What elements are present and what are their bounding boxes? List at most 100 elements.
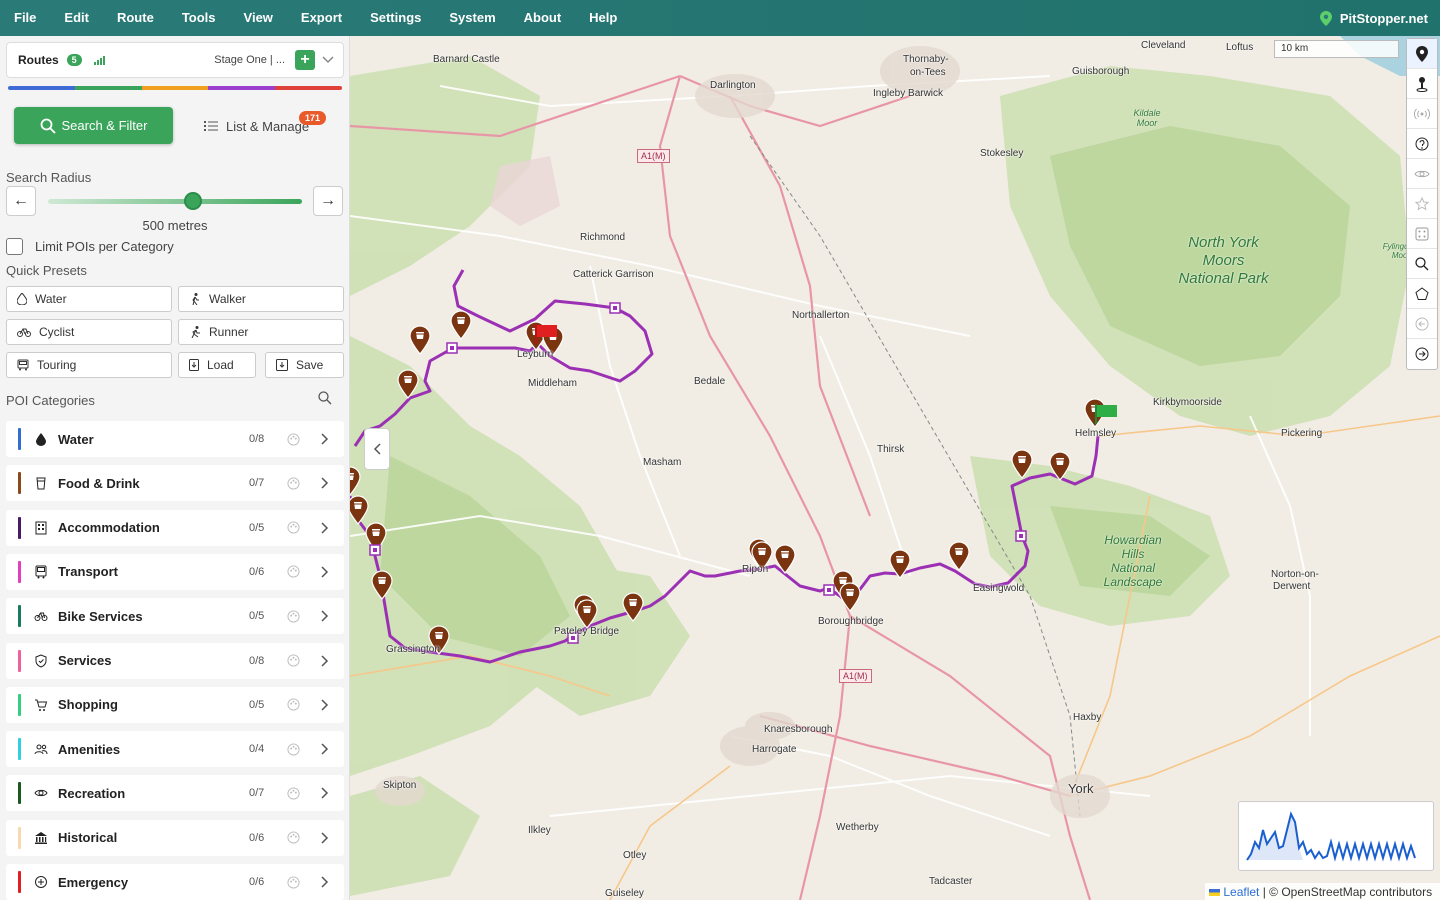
- category-services[interactable]: Services 0/8: [6, 642, 344, 679]
- chevron-right-icon[interactable]: [320, 787, 329, 799]
- route-waypoint-icon[interactable]: [823, 584, 835, 596]
- menu-settings[interactable]: Settings: [356, 0, 435, 36]
- menu-tools[interactable]: Tools: [168, 0, 230, 36]
- food-drink-poi-marker[interactable]: [350, 495, 369, 525]
- palette-icon[interactable]: [287, 875, 300, 889]
- menu-route[interactable]: Route: [103, 0, 168, 36]
- favourite-tool[interactable]: [1407, 189, 1437, 219]
- preset-cyclist-button[interactable]: Cyclist: [6, 319, 172, 345]
- palette-icon[interactable]: [287, 432, 300, 446]
- category-recreation[interactable]: Recreation 0/7: [6, 775, 344, 812]
- category-bike-services[interactable]: Bike Services 0/5: [6, 598, 344, 635]
- back-tool[interactable]: [1407, 309, 1437, 339]
- preset-touring-button[interactable]: Touring: [6, 352, 172, 378]
- load-preset-button[interactable]: Load: [178, 352, 256, 378]
- elevation-chart-icon[interactable]: [93, 55, 106, 65]
- food-drink-poi-marker[interactable]: [409, 325, 431, 355]
- start-flag-icon[interactable]: [535, 324, 559, 344]
- broadcast-tool[interactable]: [1407, 99, 1437, 129]
- chevron-right-icon[interactable]: [320, 610, 329, 622]
- radius-decrease-button[interactable]: ←: [6, 186, 36, 216]
- palette-icon[interactable]: [287, 698, 300, 711]
- chevron-right-icon[interactable]: [320, 654, 329, 667]
- street-view-tool[interactable]: [1407, 69, 1437, 99]
- forward-tool[interactable]: [1407, 339, 1437, 369]
- menu-export[interactable]: Export: [287, 0, 356, 36]
- palette-icon[interactable]: [287, 831, 300, 844]
- brand[interactable]: PitStopper.net: [1319, 0, 1428, 36]
- chevron-right-icon[interactable]: [320, 566, 329, 578]
- food-drink-poi-marker[interactable]: [622, 592, 644, 622]
- search-filter-button[interactable]: Search & Filter: [14, 107, 173, 144]
- food-drink-poi-marker[interactable]: [774, 544, 796, 574]
- search-icon[interactable]: [318, 391, 332, 405]
- dice-tool[interactable]: [1407, 219, 1437, 249]
- route-waypoint-icon[interactable]: [609, 302, 621, 314]
- leaflet-link[interactable]: Leaflet: [1223, 885, 1259, 899]
- category-water[interactable]: Water 0/8: [6, 421, 344, 457]
- route-waypoint-icon[interactable]: [369, 544, 381, 556]
- radius-slider-handle[interactable]: [183, 192, 202, 210]
- palette-icon[interactable]: [287, 610, 300, 623]
- food-drink-poi-marker[interactable]: [889, 549, 911, 579]
- category-food-drink[interactable]: Food & Drink 0/7: [6, 465, 344, 502]
- preset-water-button[interactable]: Water: [6, 286, 172, 312]
- food-drink-poi-marker[interactable]: [839, 582, 861, 612]
- food-drink-poi-marker[interactable]: [948, 541, 970, 571]
- category-amenities[interactable]: Amenities 0/4: [6, 731, 344, 768]
- palette-icon[interactable]: [287, 521, 300, 534]
- menu-file[interactable]: File: [0, 0, 50, 36]
- visibility-tool[interactable]: [1407, 159, 1437, 189]
- limit-pois-checkbox[interactable]: [6, 238, 23, 255]
- food-drink-poi-marker[interactable]: [450, 310, 472, 340]
- food-drink-poi-marker[interactable]: [1011, 449, 1033, 479]
- poi-mode-tool[interactable]: [1407, 39, 1437, 69]
- radius-increase-button[interactable]: →: [313, 186, 343, 216]
- category-accommodation[interactable]: Accommodation 0/5: [6, 509, 344, 546]
- category-historical[interactable]: Historical 0/6: [6, 819, 344, 856]
- routes-selector[interactable]: Routes 5 Stage One | ... +: [6, 42, 344, 78]
- food-drink-poi-marker[interactable]: [350, 466, 361, 496]
- end-flag-icon[interactable]: [1095, 404, 1119, 424]
- polygon-tool[interactable]: [1407, 279, 1437, 309]
- preset-runner-button[interactable]: Runner: [178, 319, 344, 345]
- menu-view[interactable]: View: [230, 0, 287, 36]
- limit-pois-row[interactable]: Limit POIs per Category: [6, 238, 174, 255]
- list-manage-button[interactable]: List & Manage: [190, 112, 309, 140]
- palette-icon[interactable]: [287, 787, 300, 800]
- chevron-right-icon[interactable]: [320, 832, 329, 844]
- palette-icon[interactable]: [287, 654, 300, 667]
- palette-icon[interactable]: [287, 743, 300, 756]
- category-shopping[interactable]: Shopping 0/5: [6, 686, 344, 723]
- menu-system[interactable]: System: [435, 0, 509, 36]
- radius-slider[interactable]: [48, 199, 302, 204]
- category-transport[interactable]: Transport 0/6: [6, 553, 344, 590]
- map[interactable]: Barnard Castle Darlington Thornaby-on-Tees…: [350, 36, 1440, 900]
- help-tool[interactable]: [1407, 129, 1437, 159]
- elevation-profile[interactable]: [1238, 801, 1434, 871]
- route-waypoint-icon[interactable]: [1015, 530, 1027, 542]
- food-drink-poi-marker[interactable]: [397, 369, 419, 399]
- save-preset-button[interactable]: Save: [265, 352, 344, 378]
- map-search-tool[interactable]: [1407, 249, 1437, 279]
- chevron-right-icon[interactable]: [320, 876, 329, 888]
- preset-walker-button[interactable]: Walker: [178, 286, 344, 312]
- chevron-right-icon[interactable]: [320, 743, 329, 755]
- chevron-right-icon[interactable]: [320, 433, 329, 445]
- chevron-right-icon[interactable]: [320, 522, 329, 534]
- menu-help[interactable]: Help: [575, 0, 631, 36]
- chevron-down-icon[interactable]: [321, 52, 335, 66]
- menu-edit[interactable]: Edit: [50, 0, 103, 36]
- osm-attribution[interactable]: | © OpenStreetMap contributors: [1263, 885, 1432, 899]
- collapse-sidebar-button[interactable]: [364, 428, 390, 470]
- chevron-right-icon[interactable]: [320, 477, 329, 489]
- route-waypoint-icon[interactable]: [446, 342, 458, 354]
- palette-icon[interactable]: [287, 477, 300, 490]
- chevron-right-icon[interactable]: [320, 699, 329, 711]
- food-drink-poi-marker[interactable]: [1049, 451, 1071, 481]
- food-drink-poi-marker[interactable]: [371, 570, 393, 600]
- add-route-button[interactable]: +: [295, 50, 315, 70]
- menu-about[interactable]: About: [510, 0, 576, 36]
- category-emergency[interactable]: Emergency 0/6: [6, 864, 344, 900]
- food-drink-poi-marker[interactable]: [576, 599, 598, 629]
